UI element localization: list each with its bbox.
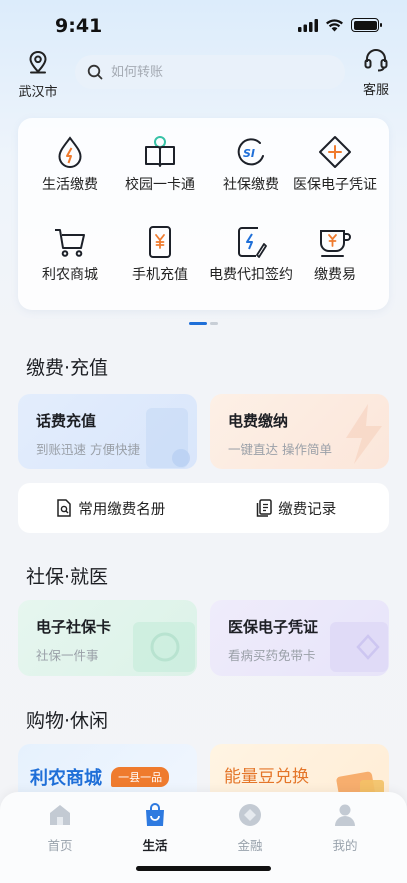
profile-icon bbox=[335, 804, 355, 826]
nav-label: 首页 bbox=[47, 838, 73, 853]
signal-icon bbox=[298, 18, 318, 32]
tile-phone-topup[interactable]: 话费充值 到账迅速 方便快捷 bbox=[18, 394, 197, 469]
page-dot bbox=[210, 322, 218, 325]
nav-profile[interactable]: 我的 bbox=[315, 802, 375, 854]
nav-label: 金融 bbox=[237, 838, 263, 853]
quick-links-bar: 常用缴费名册 缴费记录 bbox=[18, 483, 389, 533]
drop-bolt-icon bbox=[58, 136, 82, 168]
section-title-payment: 缴费·充值 bbox=[26, 357, 109, 379]
page-dot-active bbox=[189, 322, 207, 325]
section-title-shopping: 购物·休闲 bbox=[26, 710, 109, 732]
service-label: 缴费易 bbox=[314, 267, 356, 283]
service-grid: 生活缴费 校园一卡通 SI 社保缴费 医保电子凭证 利农商城 手机充值 电费代扣… bbox=[18, 118, 389, 310]
book-person-icon bbox=[145, 136, 175, 167]
quick-link-payment-records[interactable]: 缴费记录 bbox=[204, 498, 390, 519]
medical-cross-icon bbox=[319, 136, 351, 168]
customer-service-button[interactable]: 客服 bbox=[356, 48, 396, 98]
voucher-decoration-icon bbox=[330, 622, 388, 672]
location-label: 武汉市 bbox=[18, 85, 58, 100]
svg-text:SI: SI bbox=[243, 147, 255, 160]
mall-badge: 一县一品 bbox=[111, 767, 170, 787]
status-time: 9:41 bbox=[55, 15, 103, 37]
headset-icon bbox=[364, 49, 388, 72]
service-label: 医保电子凭证 bbox=[293, 177, 377, 193]
nav-home[interactable]: 首页 bbox=[30, 802, 90, 854]
mall-title: 利农商城 bbox=[30, 768, 102, 789]
tile-medical-voucher[interactable]: 医保电子凭证 看病买药免带卡 bbox=[210, 600, 389, 676]
nav-life[interactable]: 生活 bbox=[125, 802, 185, 854]
battery-icon bbox=[351, 18, 382, 32]
coin-icon bbox=[239, 804, 261, 826]
status-icons bbox=[298, 18, 382, 32]
tile-social-card[interactable]: 电子社保卡 社保一件事 bbox=[18, 600, 197, 676]
search-input[interactable] bbox=[111, 64, 311, 80]
service-easy-pay[interactable]: 缴费易 bbox=[280, 225, 390, 284]
doc-search-icon bbox=[57, 499, 71, 517]
search-icon bbox=[87, 64, 103, 80]
records-icon bbox=[257, 499, 272, 517]
card-decoration-icon bbox=[133, 622, 195, 672]
phone-yen-icon bbox=[149, 226, 171, 258]
location-pin-icon bbox=[29, 50, 47, 74]
location-selector[interactable]: 武汉市 bbox=[17, 50, 59, 100]
energy-title: 能量豆兑换 bbox=[224, 767, 309, 787]
nav-label: 我的 bbox=[332, 838, 358, 853]
home-indicator bbox=[136, 866, 271, 871]
page-indicator bbox=[189, 322, 218, 325]
section-title-social: 社保·就医 bbox=[26, 566, 109, 588]
home-icon bbox=[50, 805, 70, 825]
cup-yen-icon bbox=[320, 230, 351, 257]
quick-link-payee-list[interactable]: 常用缴费名册 bbox=[18, 498, 204, 519]
quick-link-label: 常用缴费名册 bbox=[78, 501, 166, 518]
quick-link-label: 缴费记录 bbox=[278, 501, 337, 518]
nav-label: 生活 bbox=[142, 838, 168, 853]
phone-decoration-icon bbox=[146, 408, 190, 468]
wifi-icon bbox=[326, 19, 343, 32]
tile-electricity-payment[interactable]: 电费缴纳 一键直达 操作简单 bbox=[210, 394, 389, 469]
si-icon: SI bbox=[237, 138, 264, 166]
search-bar[interactable] bbox=[75, 55, 345, 89]
nav-finance[interactable]: 金融 bbox=[220, 802, 280, 854]
bag-icon bbox=[146, 803, 164, 826]
customer-service-label: 客服 bbox=[362, 83, 389, 98]
cart-icon bbox=[55, 229, 85, 257]
bolt-sign-icon bbox=[238, 227, 267, 258]
bolt-decoration-icon bbox=[346, 404, 382, 464]
service-medical-voucher[interactable]: 医保电子凭证 bbox=[280, 135, 390, 194]
